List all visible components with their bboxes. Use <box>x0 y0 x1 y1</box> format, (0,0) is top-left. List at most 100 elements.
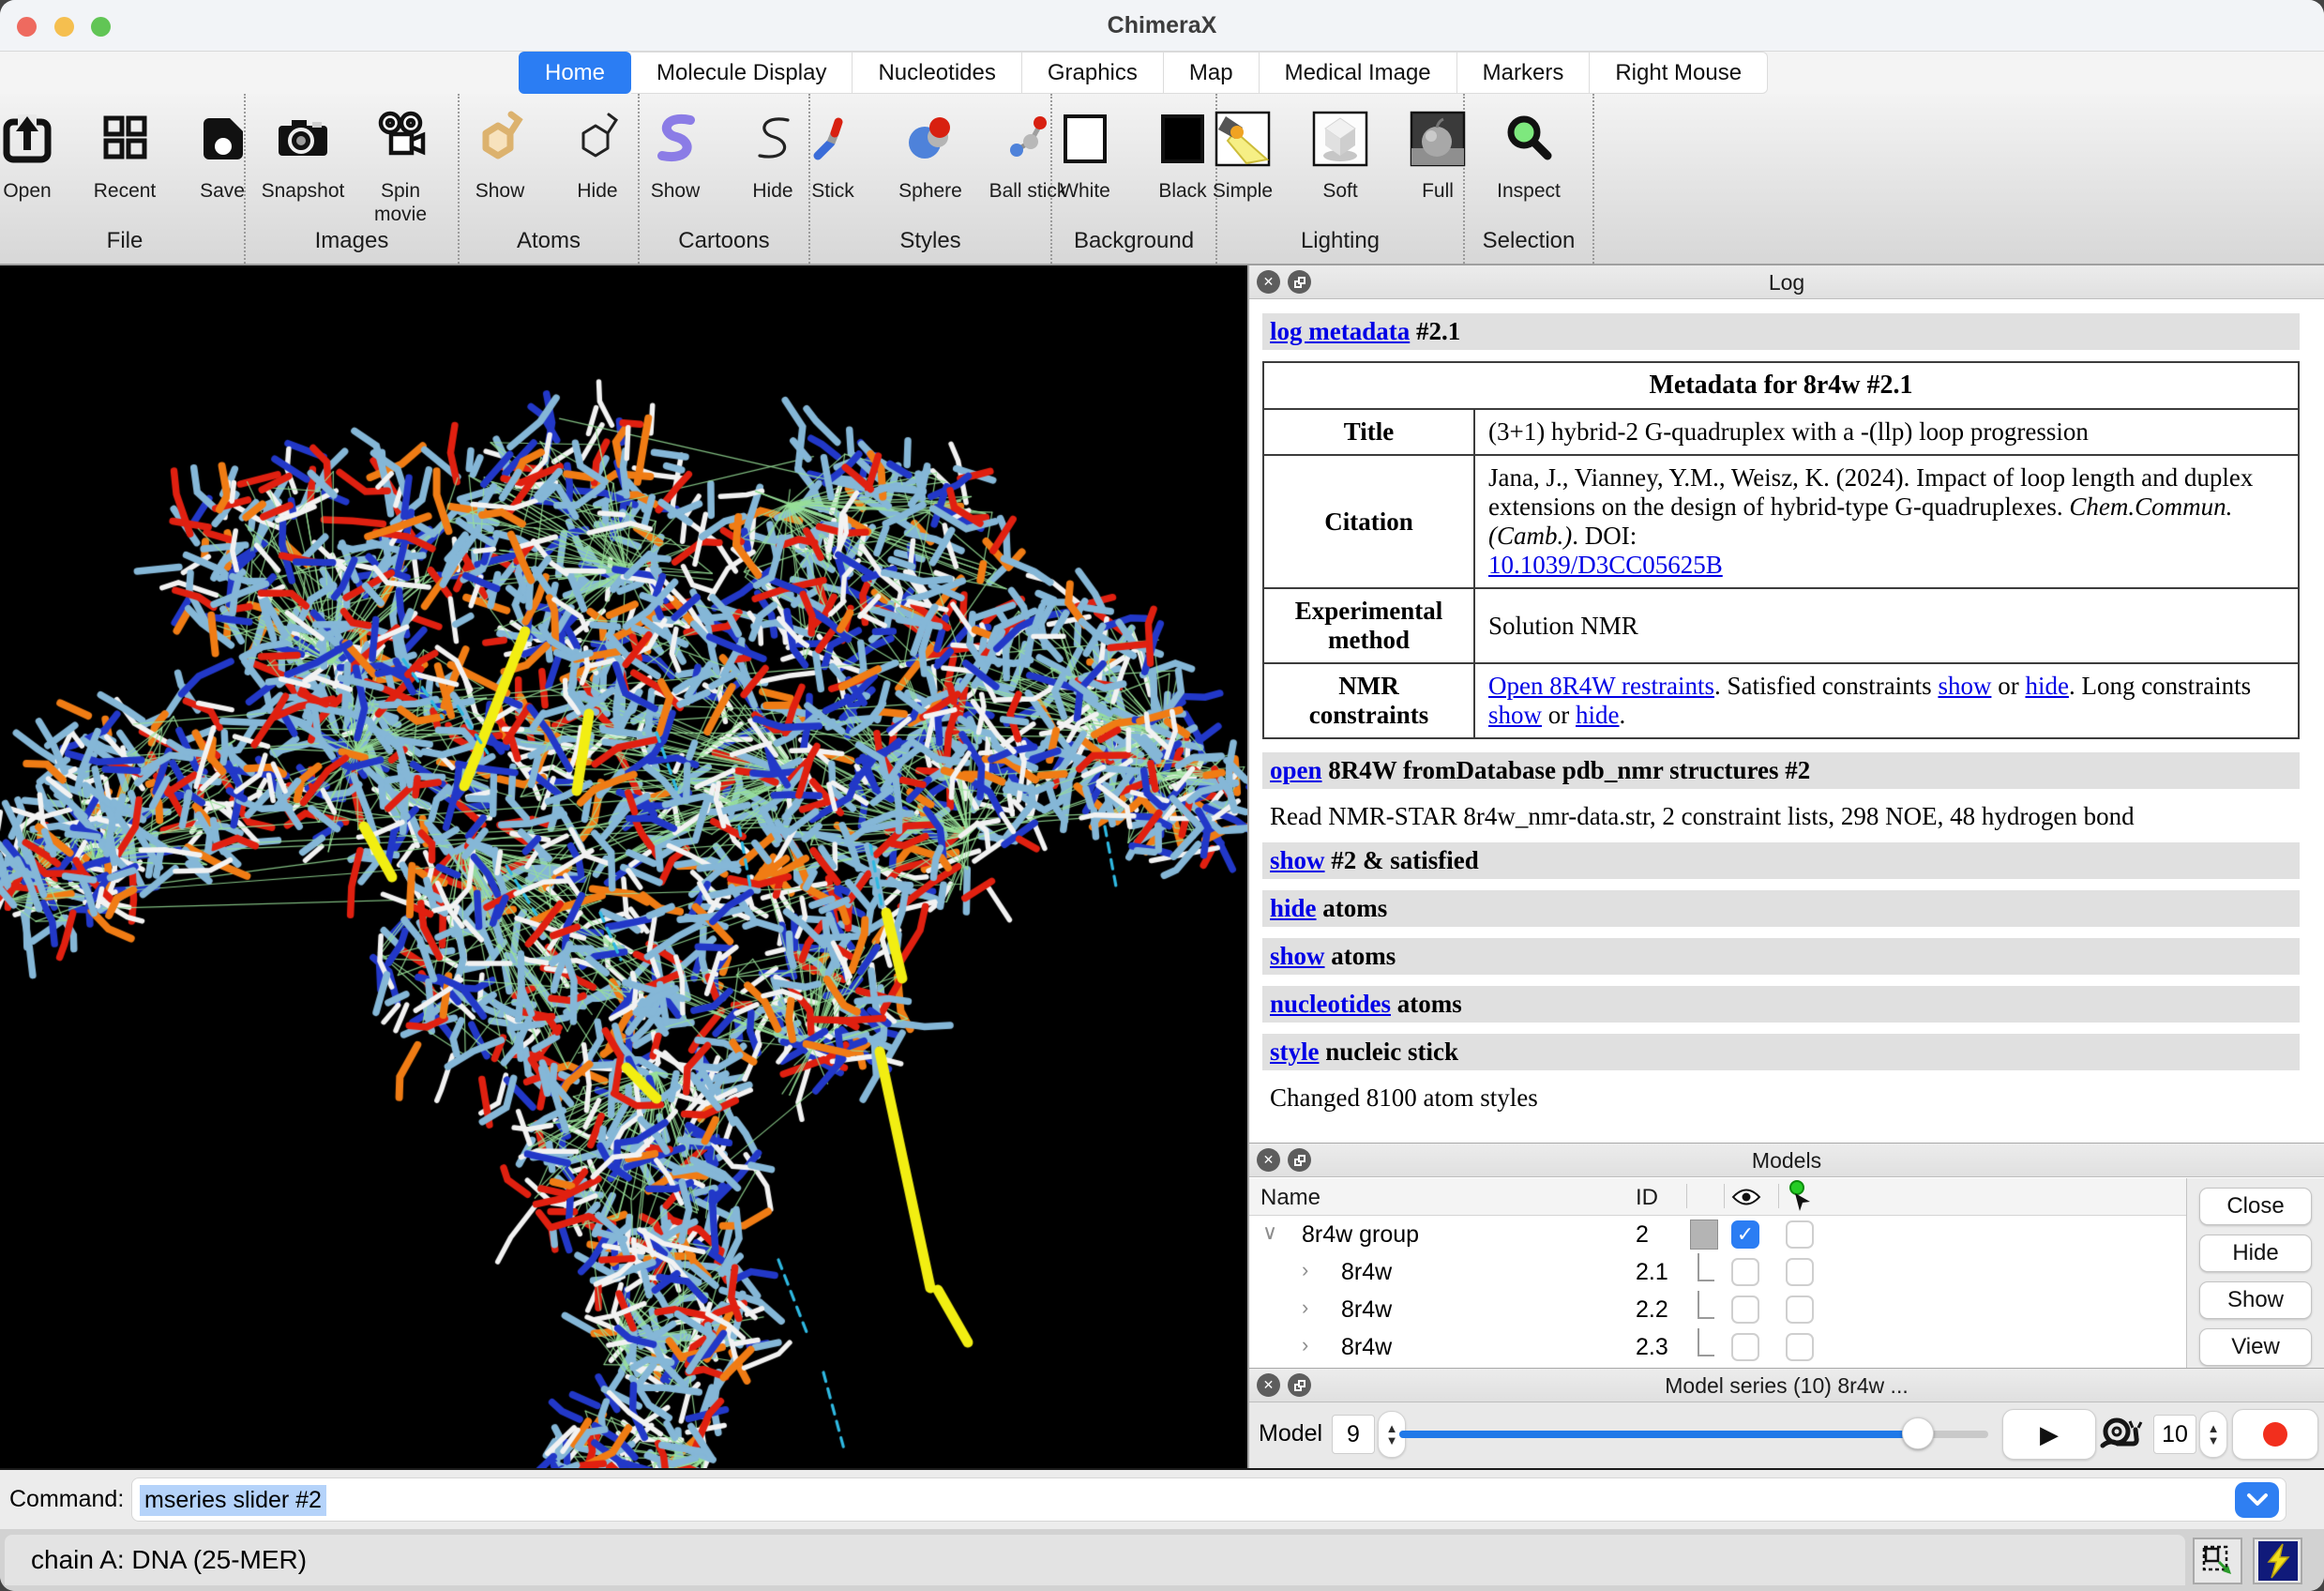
slider-fill <box>1399 1431 1918 1438</box>
inspect-button[interactable]: Inspect <box>1484 109 1574 228</box>
stepper-up-icon[interactable]: ▲ <box>1386 1423 1398 1433</box>
log-float-icon[interactable] <box>1288 270 1311 294</box>
cartoons-show-button[interactable]: Show <box>630 109 720 228</box>
nmr-text: . <box>1620 701 1626 729</box>
soft-lighting-icon-button[interactable]: Soft <box>1295 109 1385 228</box>
log-panel-header: ✕ Log <box>1249 265 2324 299</box>
background-white-button[interactable]: White <box>1040 109 1130 228</box>
tab-graphics[interactable]: Graphics <box>1022 52 1164 94</box>
atoms-hide-button[interactable]: Hide <box>552 109 642 228</box>
rate-field[interactable]: 10 <box>2153 1415 2196 1454</box>
models-float-icon[interactable] <box>1288 1148 1311 1172</box>
hide-cmd-link[interactable]: hide <box>1270 894 1317 922</box>
metadata-method-label: Experimental method <box>1263 588 1474 663</box>
satisfied-hide-link[interactable]: hide <box>2025 672 2069 700</box>
column-header-name: Name <box>1260 1185 1320 1211</box>
long-hide-link[interactable]: hide <box>1576 701 1620 729</box>
style-stick-button[interactable]: Stick <box>788 109 878 228</box>
open-button[interactable]: Open <box>0 109 72 228</box>
models-view-button[interactable]: View <box>2199 1328 2312 1366</box>
chevron-down-icon <box>2245 1493 2270 1508</box>
recent-button[interactable]: Recent <box>80 109 170 228</box>
chevron-right-icon[interactable]: › <box>1302 1333 1308 1357</box>
model-row-group[interactable]: ∨ 8r4w group 2 ✓ <box>1249 1216 2186 1253</box>
model-shown-checkbox[interactable]: ✓ <box>1731 1220 1759 1249</box>
tab-markers[interactable]: Markers <box>1457 52 1591 94</box>
spin-movie-button[interactable]: Spin movie <box>355 109 445 228</box>
tab-map[interactable]: Map <box>1164 52 1260 94</box>
toolbar-section-styles: Stick Sphere Ball stick Styles <box>810 94 1052 264</box>
model-select-checkbox[interactable] <box>1786 1333 1814 1361</box>
model-shown-checkbox[interactable] <box>1731 1258 1759 1286</box>
tab-molecule-display[interactable]: Molecule Display <box>631 52 853 94</box>
graphics-viewport[interactable] <box>0 265 1247 1468</box>
model-row-2-1[interactable]: › 8r4w 2.1 <box>1249 1253 2186 1291</box>
stepper-down-icon[interactable]: ▼ <box>1386 1435 1398 1446</box>
style-cmd-link[interactable]: style <box>1270 1038 1319 1066</box>
model-select-checkbox[interactable] <box>1786 1258 1814 1286</box>
lighting-simple-button[interactable]: Simple <box>1198 109 1288 228</box>
nmr-text: or <box>1991 672 2025 700</box>
stepper-up-icon[interactable]: ▲ <box>2208 1423 2220 1433</box>
model-shown-checkbox[interactable] <box>1731 1296 1759 1324</box>
atoms-hide-icon <box>567 109 627 174</box>
tab-nucleotides[interactable]: Nucleotides <box>853 52 1021 94</box>
long-show-link[interactable]: show <box>1488 701 1542 729</box>
fast-mode-button[interactable] <box>2253 1538 2302 1584</box>
snapshot-button[interactable]: Snapshot <box>258 109 348 228</box>
log-metadata-link[interactable]: log metadata <box>1270 317 1410 345</box>
model-series-slider[interactable] <box>1399 1431 1988 1438</box>
metadata-title-label: Title <box>1263 409 1474 455</box>
atoms-show-button[interactable]: Show <box>455 109 545 228</box>
model-series-title: Model series (10) 8r4w ... <box>1249 1369 2324 1402</box>
metadata-table-caption: Metadata for 8r4w #2.1 <box>1263 362 2299 409</box>
models-show-button[interactable]: Show <box>2199 1281 2312 1319</box>
series-close-icon[interactable]: ✕ <box>1257 1373 1280 1397</box>
model-color-swatch[interactable] <box>1690 1220 1718 1250</box>
apple-photo-icon <box>1408 109 1468 174</box>
model-select-checkbox[interactable] <box>1786 1220 1814 1249</box>
command-input[interactable]: mseries slider #2 <box>131 1477 2286 1522</box>
nucleotides-cmd-link[interactable]: nucleotides <box>1270 990 1391 1018</box>
selection-mode-button[interactable] <box>2193 1538 2242 1584</box>
stick-style-icon <box>803 109 863 174</box>
models-close-button[interactable]: Close <box>2199 1188 2312 1225</box>
tab-right-mouse[interactable]: Right Mouse <box>1590 52 1768 94</box>
command-history-dropdown[interactable] <box>2235 1482 2279 1518</box>
toolbar-section-file: Open Recent Save File <box>6 94 246 264</box>
models-panel-header: ✕ Models <box>1249 1144 2324 1177</box>
chevron-right-icon[interactable]: › <box>1302 1296 1308 1320</box>
show-atoms-cmd-link[interactable]: show <box>1270 942 1325 970</box>
slider-thumb[interactable] <box>1902 1417 1934 1449</box>
model-number-field[interactable]: 9 <box>1332 1415 1375 1454</box>
play-icon: ▶ <box>2040 1420 2059 1449</box>
open-cmd-link[interactable]: open <box>1270 756 1322 784</box>
models-table: Name ID ∨ 8r4w group 2 ✓ <box>1249 1178 2187 1369</box>
tab-home[interactable]: Home <box>519 52 631 94</box>
series-float-icon[interactable] <box>1288 1373 1311 1397</box>
chevron-down-icon[interactable]: ∨ <box>1262 1220 1277 1245</box>
model-row-2-2[interactable]: › 8r4w 2.2 <box>1249 1291 2186 1328</box>
play-button[interactable]: ▶ <box>2002 1409 2096 1460</box>
rate-stepper[interactable]: ▲▼ <box>2199 1411 2227 1458</box>
style-sphere-button[interactable]: Sphere <box>885 109 975 228</box>
doi-link[interactable]: 10.1039/D3CC05625B <box>1488 551 1723 579</box>
model-row-2-3[interactable]: › 8r4w 2.3 <box>1249 1328 2186 1366</box>
models-close-icon[interactable]: ✕ <box>1257 1148 1280 1172</box>
models-hide-button[interactable]: Hide <box>2199 1235 2312 1272</box>
log-close-icon[interactable]: ✕ <box>1257 270 1280 294</box>
nmr-text: or <box>1542 701 1576 729</box>
command-text-selected[interactable]: mseries slider #2 <box>140 1485 326 1516</box>
stepper-down-icon[interactable]: ▼ <box>2208 1435 2220 1446</box>
model-select-checkbox[interactable] <box>1786 1296 1814 1324</box>
chevron-right-icon[interactable]: › <box>1302 1258 1308 1282</box>
molecule-canvas[interactable] <box>0 265 1247 1468</box>
open-restraints-link[interactable]: Open 8R4W restraints <box>1488 672 1714 700</box>
tab-medical-image[interactable]: Medical Image <box>1260 52 1457 94</box>
model-shown-checkbox[interactable] <box>1731 1333 1759 1361</box>
toolbar-section-cartoons: Show Hide Cartoons <box>640 94 810 264</box>
show-cmd-link[interactable]: show <box>1270 846 1325 874</box>
log-line-text: 8R4W fromDatabase pdb_nmr structures #2 <box>1322 756 1811 784</box>
satisfied-show-link[interactable]: show <box>1938 672 1991 700</box>
record-button[interactable] <box>2232 1409 2318 1460</box>
